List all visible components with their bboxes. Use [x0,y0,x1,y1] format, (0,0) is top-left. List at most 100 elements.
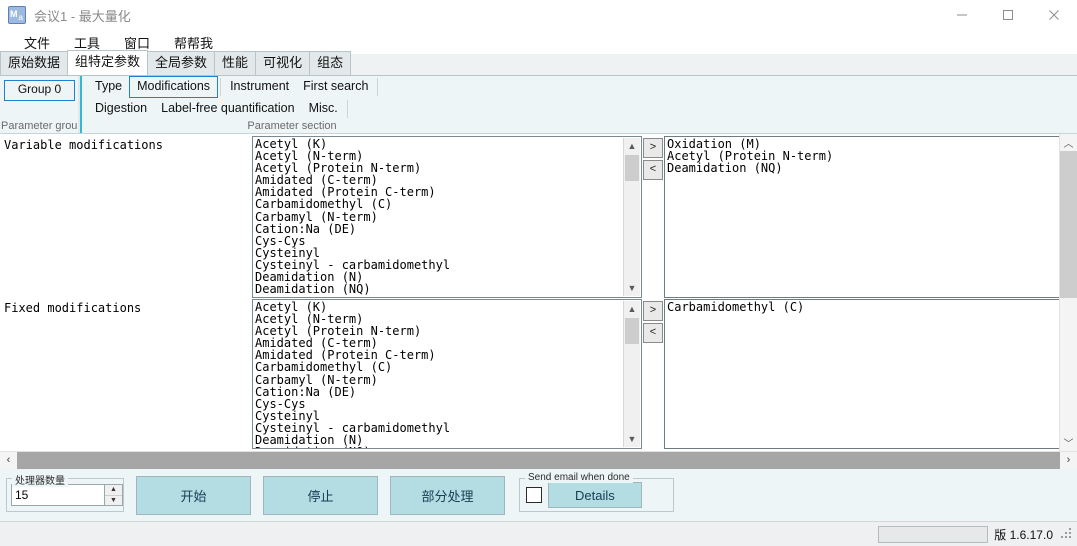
panel-scroll-left-icon[interactable]: ‹ [0,452,17,469]
variable-selected-items: Oxidation (M) Acetyl (Protein N-term) De… [665,137,1059,174]
scroll-up-icon[interactable]: ▲ [624,301,640,317]
variable-move-buttons: > < [642,136,664,298]
close-icon[interactable] [1031,0,1077,30]
send-email-legend: Send email when done [525,472,633,483]
details-button[interactable]: Details [548,482,642,508]
tab-configuration[interactable]: 组态 [309,51,352,75]
window-title: 会议1 - 最大量化 [34,8,131,24]
threads-stepper[interactable]: ▲ ▼ [11,484,123,506]
main-panel: Variable modifications Acetyl (K) Acetyl… [0,134,1077,451]
resize-grip-icon[interactable] [1061,528,1073,540]
panel-scroll-up-icon[interactable]: ︿ [1060,134,1077,151]
variable-available-scrollbar[interactable]: ▲ ▼ [623,138,640,296]
panel-scroll-right-icon[interactable]: › [1060,452,1077,469]
scrollbar-thumb[interactable] [625,318,639,344]
scroll-up-icon[interactable]: ▲ [624,138,640,154]
section-item-instrument[interactable]: Instrument [223,77,296,97]
spin-up-icon[interactable]: ▲ [105,485,122,496]
list-item[interactable]: Deamidation (NQ) [255,283,641,295]
list-item[interactable]: Carbamyl (N-term) [255,210,641,222]
variable-available-list[interactable]: Acetyl (K) Acetyl (N-term) Acetyl (Prote… [252,136,642,298]
fixed-available-list[interactable]: Acetyl (K) Acetyl (N-term) Acetyl (Prote… [252,299,642,449]
list-item[interactable]: Carbamidomethyl (C) [255,198,641,210]
section-item-label-free-quantification[interactable]: Label-free quantification [154,99,301,119]
parameter-group-caption: Parameter group [1,120,78,132]
section-item-misc[interactable]: Misc. [302,99,345,119]
tab-global-parameters[interactable]: 全局参数 [147,51,216,75]
version-label: 版 1.6.17.0 [994,527,1053,542]
section-item-modifications[interactable]: Modifications [129,76,219,98]
list-item[interactable]: Carbamidomethyl (C) [667,301,1059,313]
fixed-modifications-row: Fixed modifications Acetyl (K) Acetyl (N… [0,299,1059,449]
variable-modifications-label: Variable modifications [4,138,163,152]
section-separator-end [377,78,379,96]
parameter-section-row-2: Digestion Label-free quantification Misc… [82,98,1077,120]
threads-group: 处理器数量 ▲ ▼ [6,472,124,512]
minimize-icon[interactable] [939,0,985,30]
panel-scrollbar-thumb[interactable] [1060,151,1077,298]
modifications-content: Variable modifications Acetyl (K) Acetyl… [0,134,1059,451]
variable-available-listwrap: Acetyl (K) Acetyl (N-term) Acetyl (Prote… [252,136,642,298]
fixed-add-button[interactable]: > [643,301,663,321]
fixed-available-listwrap: Acetyl (K) Acetyl (N-term) Acetyl (Prote… [252,299,642,449]
threads-input[interactable] [12,485,104,505]
fixed-modifications-label: Fixed modifications [4,301,142,315]
tab-performance[interactable]: 性能 [214,51,257,75]
fixed-selected-items: Carbamidomethyl (C) [665,300,1059,313]
parameter-group-column: Group 0 Parameter group [0,76,80,133]
section-item-type[interactable]: Type [88,77,129,97]
scroll-down-icon[interactable]: ▼ [624,431,640,447]
title-bar: 会议1 - 最大量化 [0,0,1077,30]
status-bar: 版 1.6.17.0 [0,521,1077,546]
scroll-down-icon[interactable]: ▼ [624,280,640,296]
fixed-available-items: Acetyl (K) Acetyl (N-term) Acetyl (Prote… [253,300,641,448]
threads-legend: 处理器数量 [12,472,68,487]
tab-group-specific-parameters[interactable]: 组特定参数 [67,50,149,75]
scrollbar-thumb[interactable] [625,155,639,181]
list-item[interactable]: Cation:Na (DE) [255,223,641,235]
parameter-group-chip[interactable]: Group 0 [4,80,75,101]
fixed-available-scrollbar[interactable]: ▲ ▼ [623,301,640,447]
tab-visualization[interactable]: 可视化 [255,51,311,75]
tab-raw-data[interactable]: 原始数据 [0,51,69,75]
panel-horizontal-scrollbar[interactable]: ‹ › [0,451,1077,469]
app-icon-maxquant [8,6,26,24]
section-separator [220,78,222,96]
fixed-selected-list[interactable]: Carbamidomethyl (C) [664,299,1059,449]
tab-strip: 原始数据 组特定参数 全局参数 性能 可视化 组态 [0,50,1077,76]
section-item-digestion[interactable]: Digestion [88,99,154,119]
variable-selected-listwrap: Oxidation (M) Acetyl (Protein N-term) De… [664,136,1059,298]
window-controls [939,0,1077,30]
partial-processing-button[interactable]: 部分处理 [390,475,505,515]
panel-hscrollbar-thumb[interactable] [17,452,1060,469]
section-separator-end-2 [346,100,348,118]
application-window: 会议1 - 最大量化 文件 工具 窗口 帮帮我 原始数据 组特定参数 全局参数 … [0,0,1077,546]
maximize-icon[interactable] [985,0,1031,30]
list-item[interactable]: Carbamyl (N-term) [255,373,641,385]
threads-spin-arrows[interactable]: ▲ ▼ [104,485,122,505]
list-item[interactable]: Cation:Na (DE) [255,386,641,398]
variable-add-button[interactable]: > [643,138,663,158]
parameter-section-column: Type Modifications Instrument First sear… [80,76,1077,133]
parameter-section-bar: Group 0 Parameter group Type Modificatio… [0,76,1077,134]
fixed-move-buttons: > < [642,299,664,449]
fixed-remove-button[interactable]: < [643,323,663,343]
list-item[interactable]: Carbamidomethyl (C) [255,361,641,373]
list-item[interactable]: Deamidation (NQ) [255,446,641,448]
panel-vertical-scrollbar[interactable]: ︿ ﹀ [1059,134,1077,451]
spin-down-icon[interactable]: ▼ [105,496,122,506]
parameter-section-row-1: Type Modifications Instrument First sear… [82,76,1077,98]
section-item-first-search[interactable]: First search [296,77,375,97]
parameter-section-caption: Parameter section [247,120,337,132]
send-email-checkbox[interactable] [526,487,542,503]
action-bar: 处理器数量 ▲ ▼ 开始 停止 部分处理 Send email when don… [0,469,1077,521]
start-button[interactable]: 开始 [136,475,251,515]
variable-modifications-row: Variable modifications Acetyl (K) Acetyl… [0,136,1059,298]
variable-available-items: Acetyl (K) Acetyl (N-term) Acetyl (Prote… [253,137,641,295]
variable-remove-button[interactable]: < [643,160,663,180]
stop-button[interactable]: 停止 [263,475,378,515]
panel-scroll-down-icon[interactable]: ﹀ [1060,434,1077,451]
list-item[interactable]: Deamidation (NQ) [667,162,1059,174]
fixed-selected-listwrap: Carbamidomethyl (C) [664,299,1059,449]
variable-selected-list[interactable]: Oxidation (M) Acetyl (Protein N-term) De… [664,136,1059,298]
